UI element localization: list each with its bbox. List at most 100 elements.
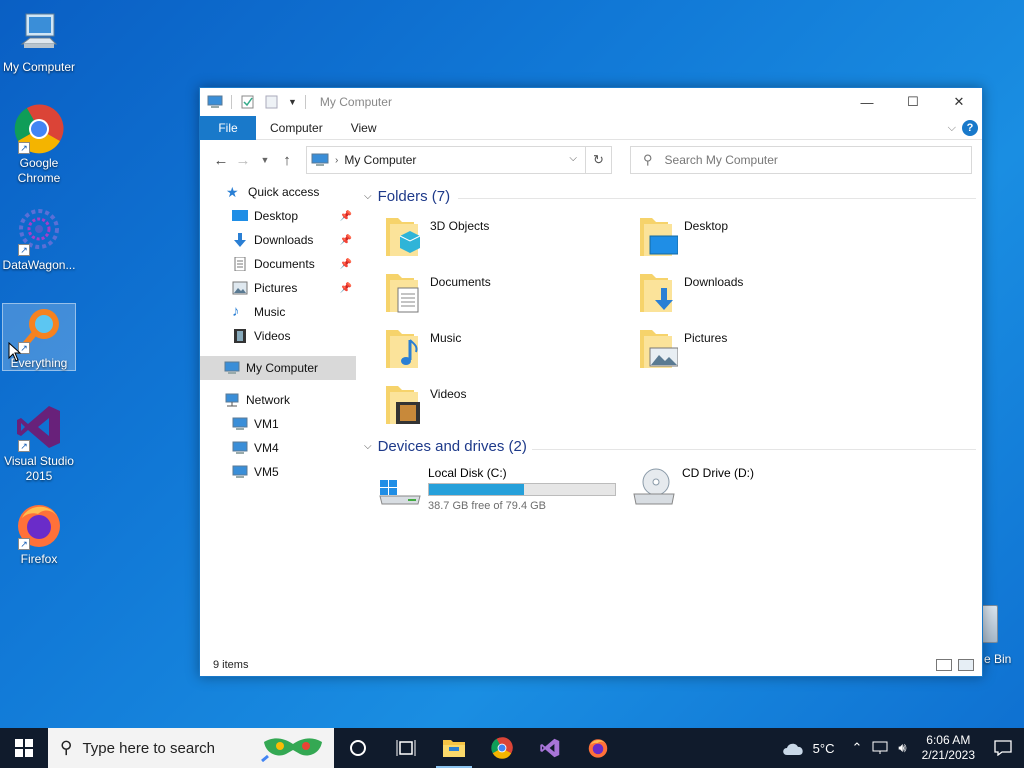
tab-computer[interactable]: Computer bbox=[256, 116, 337, 140]
search-highlight-mask-icon[interactable] bbox=[260, 734, 326, 762]
address-dropdown-chevron-icon[interactable]: ⌵ bbox=[569, 153, 577, 164]
navigation-pane: ★ Quick access Desktop 📌 Downloads 📌 Doc… bbox=[200, 180, 356, 650]
refresh-icon[interactable]: ↻ bbox=[585, 147, 611, 173]
folder-pictures[interactable]: Pictures bbox=[638, 326, 878, 374]
nav-network[interactable]: Network bbox=[200, 388, 356, 412]
nav-label: VM5 bbox=[254, 465, 279, 479]
desktop-icon-visual-studio[interactable]: ↗ Visual Studio 2015 bbox=[2, 402, 76, 484]
nav-documents[interactable]: Documents 📌 bbox=[200, 252, 356, 276]
visual-studio-icon bbox=[540, 738, 560, 758]
folder-name: Documents bbox=[430, 275, 491, 289]
tab-file[interactable]: File bbox=[200, 115, 256, 140]
clock[interactable]: 6:06 AM 2/21/2023 bbox=[922, 733, 975, 763]
search-icon: ⚲ bbox=[60, 738, 73, 757]
folder-name: Videos bbox=[430, 387, 467, 401]
desktop-icon-label: Visual Studio 2015 bbox=[4, 454, 74, 483]
address-bar[interactable]: › My Computer ⌵ ↻ bbox=[306, 146, 612, 174]
back-arrow-icon[interactable]: ← bbox=[210, 149, 232, 171]
desktop-icon-google-chrome[interactable]: ↗ Google Chrome bbox=[2, 104, 76, 186]
new-folder-icon[interactable] bbox=[264, 95, 280, 109]
videos-folder-icon bbox=[386, 386, 420, 424]
desktop-icon-label: Firefox bbox=[20, 552, 58, 566]
folder-downloads[interactable]: Downloads bbox=[638, 270, 878, 318]
computer-icon bbox=[232, 441, 248, 454]
tab-view[interactable]: View bbox=[337, 116, 391, 140]
up-arrow-icon[interactable]: ↑ bbox=[276, 149, 298, 171]
drives-group-header[interactable]: ⌵ Devices and drives (2) bbox=[364, 438, 527, 455]
collapse-chevron-icon[interactable]: ⌵ bbox=[364, 441, 372, 452]
large-icons-view-icon[interactable] bbox=[958, 659, 974, 671]
forward-arrow-icon[interactable]: → bbox=[232, 149, 254, 171]
desktop-icon-datawagon[interactable]: ↗ DataWagon... bbox=[2, 206, 76, 273]
pin-icon[interactable]: 📌 bbox=[340, 235, 352, 246]
search-box[interactable]: ⚲ Search My Computer bbox=[630, 146, 972, 174]
taskbar-file-explorer[interactable] bbox=[430, 728, 478, 768]
folder-videos[interactable]: Videos bbox=[384, 382, 624, 430]
nav-downloads[interactable]: Downloads 📌 bbox=[200, 228, 356, 252]
nav-my-computer[interactable]: My Computer bbox=[200, 356, 356, 380]
search-placeholder: Search My Computer bbox=[664, 153, 778, 167]
folder-documents[interactable]: Documents bbox=[384, 270, 624, 318]
customize-toolbar-dropdown-icon[interactable]: ▼ bbox=[288, 97, 297, 107]
action-center-icon[interactable] bbox=[994, 740, 1012, 756]
search-icon: ⚲ bbox=[643, 152, 653, 167]
star-icon: ★ bbox=[226, 184, 239, 200]
recent-locations-chevron-icon[interactable]: ▼ bbox=[254, 149, 276, 171]
drive-cd-d[interactable]: CD Drive (D:) bbox=[632, 466, 754, 506]
taskbar-chrome[interactable] bbox=[478, 728, 526, 768]
close-button[interactable]: ✕ bbox=[936, 88, 982, 116]
cortana-circle-icon bbox=[350, 740, 366, 756]
nav-vm1[interactable]: VM1 bbox=[200, 412, 356, 436]
taskbar-visual-studio[interactable] bbox=[526, 728, 574, 768]
taskbar-firefox[interactable] bbox=[574, 728, 622, 768]
nav-label: Network bbox=[246, 393, 291, 407]
pin-icon[interactable]: 📌 bbox=[340, 283, 352, 294]
weather-widget[interactable]: 5°C bbox=[781, 740, 835, 756]
volume-icon[interactable]: 🔊︎ bbox=[898, 740, 906, 756]
network-status-icon[interactable] bbox=[872, 741, 888, 755]
nav-videos[interactable]: Videos bbox=[200, 324, 356, 348]
maximize-button[interactable]: ☐ bbox=[890, 88, 936, 116]
properties-icon[interactable] bbox=[240, 95, 256, 109]
task-view-button[interactable] bbox=[382, 728, 430, 768]
folder-music[interactable]: Music bbox=[384, 326, 624, 374]
nav-quick-access[interactable]: ★ Quick access bbox=[200, 180, 356, 204]
taskbar-search-box[interactable]: ⚲ Type here to search bbox=[48, 728, 334, 768]
film-strip-icon bbox=[234, 329, 246, 343]
folder-name: Pictures bbox=[684, 331, 728, 345]
divider bbox=[532, 449, 976, 450]
chrome-icon: ↗ bbox=[14, 104, 64, 154]
start-button[interactable] bbox=[0, 728, 48, 768]
nav-desktop[interactable]: Desktop 📌 bbox=[200, 204, 356, 228]
ribbon-tabs: File Computer View ⌵ ? bbox=[200, 115, 982, 140]
folder-desktop[interactable]: Desktop bbox=[638, 214, 878, 262]
nav-label: VM4 bbox=[254, 441, 279, 455]
title-bar[interactable]: ▼ My Computer — ☐ ✕ bbox=[200, 88, 982, 116]
details-view-icon[interactable] bbox=[936, 659, 952, 671]
nav-pictures[interactable]: Pictures 📌 bbox=[200, 276, 356, 300]
expand-ribbon-chevron-icon[interactable]: ⌵ bbox=[948, 122, 956, 135]
collapse-chevron-icon[interactable]: ⌵ bbox=[364, 191, 372, 202]
nav-vm4[interactable]: VM4 bbox=[200, 436, 356, 460]
pin-icon[interactable]: 📌 bbox=[340, 211, 352, 222]
separator bbox=[304, 95, 306, 109]
cortana-button[interactable] bbox=[334, 728, 382, 768]
show-hidden-icons-chevron-icon[interactable]: ⌃ bbox=[852, 740, 863, 756]
clock-time: 6:06 AM bbox=[926, 733, 971, 747]
help-icon[interactable]: ? bbox=[962, 120, 978, 136]
computer-icon bbox=[224, 361, 240, 374]
folder-3d-objects[interactable]: 3D Objects bbox=[384, 214, 624, 262]
breadcrumb-chevron-icon[interactable]: › bbox=[335, 155, 338, 166]
content-area: ⌵ Folders (7) 3D Objects Desktop Documen… bbox=[358, 180, 982, 650]
minimize-button[interactable]: — bbox=[844, 88, 890, 116]
desktop-icon-firefox[interactable]: ↗ Firefox bbox=[2, 500, 76, 567]
folders-group-header[interactable]: ⌵ Folders (7) bbox=[364, 188, 450, 205]
nav-vm5[interactable]: VM5 bbox=[200, 460, 356, 484]
drive-local-disk-c[interactable]: Local Disk (C:) 38.7 GB free of 79.4 GB bbox=[378, 466, 616, 512]
desktop-icon-my-computer[interactable]: My Computer bbox=[2, 8, 76, 75]
folder-name: Downloads bbox=[684, 275, 744, 289]
separator bbox=[231, 95, 232, 109]
group-title: Folders (7) bbox=[377, 188, 451, 205]
nav-music[interactable]: ♪ Music bbox=[200, 300, 356, 324]
pin-icon[interactable]: 📌 bbox=[340, 259, 352, 270]
